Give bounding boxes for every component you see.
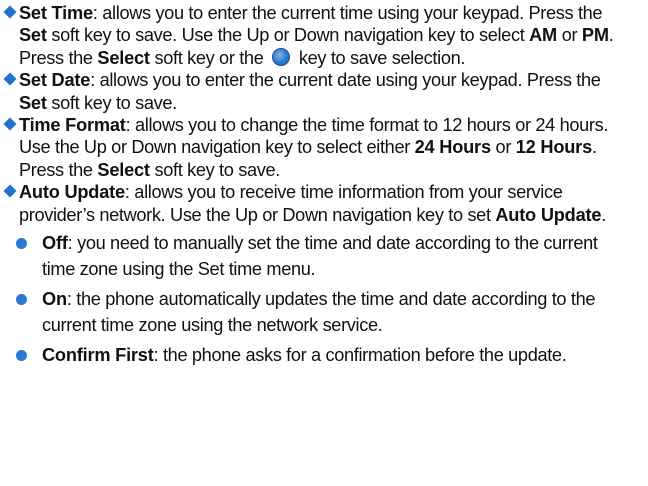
option-24-hours: 24 Hours xyxy=(414,137,491,158)
term-set-date: Set Date xyxy=(19,70,91,91)
item-text: Time Format: allows you to change the ti… xyxy=(19,114,624,181)
text-fragment: : you need to manually set the time and … xyxy=(42,233,598,279)
sub-item-on: On: the phone automatically updates the … xyxy=(2,287,624,338)
key-name-set: Set xyxy=(19,25,47,46)
select-key-icon xyxy=(272,47,291,66)
sub-item-text: Off: you need to manually set the time a… xyxy=(42,231,624,282)
term-time-format: Time Format xyxy=(19,115,126,136)
text-fragment: : the phone automatically updates the ti… xyxy=(42,289,596,335)
key-name-select: Select xyxy=(97,159,150,180)
sub-item-text: On: the phone automatically updates the … xyxy=(42,287,624,338)
item-text: Set Date: allows you to enter the curren… xyxy=(19,69,624,114)
round-bullet-icon xyxy=(16,238,27,250)
term-auto-update: Auto Update xyxy=(19,182,125,203)
text-fragment: or xyxy=(557,25,582,46)
sub-item-text: Confirm First: the phone asks for a conf… xyxy=(42,343,624,369)
text-fragment: : allows you to enter the current date u… xyxy=(90,70,601,91)
item-text: Set Time: allows you to enter the curren… xyxy=(19,2,624,69)
option-confirm-first: Confirm First xyxy=(42,345,154,366)
text-fragment: soft key or the xyxy=(149,47,269,68)
diamond-bullet-icon xyxy=(2,69,19,91)
term-set-time: Set Time xyxy=(19,3,93,23)
list-item-set-date: Set Date: allows you to enter the curren… xyxy=(2,69,624,114)
round-bullet-icon xyxy=(16,294,27,306)
text-fragment: or xyxy=(490,137,516,158)
diamond-bullet-icon xyxy=(2,2,19,24)
manual-page: Set Time: allows you to enter the curren… xyxy=(0,0,648,486)
diamond-bullet-icon xyxy=(2,181,19,203)
text-fragment: soft key to save. xyxy=(46,92,177,113)
sub-item-confirm-first: Confirm First: the phone asks for a conf… xyxy=(2,343,624,369)
item-text: Auto Update: allows you to receive time … xyxy=(19,181,624,226)
setting-auto-update: Auto Update xyxy=(495,204,602,225)
text-fragment: key to save selection. xyxy=(294,47,466,68)
diamond-bullet-icon xyxy=(2,114,19,136)
text-fragment: : allows you to enter the current time u… xyxy=(92,3,603,23)
text-fragment: : the phone asks for a confirmation befo… xyxy=(153,345,567,366)
text-fragment: . xyxy=(601,204,606,225)
list-item-set-time: Set Time: allows you to enter the curren… xyxy=(2,2,624,69)
text-fragment: soft key to save. xyxy=(149,159,280,180)
text-fragment: soft key to save. Use the Up or Down nav… xyxy=(46,25,530,46)
key-name-set: Set xyxy=(19,92,47,113)
option-12-hours: 12 Hours xyxy=(515,137,592,158)
option-am: AM xyxy=(529,25,557,46)
key-name-select: Select xyxy=(97,47,150,68)
option-on: On xyxy=(42,289,67,310)
option-pm: PM xyxy=(581,25,609,46)
sub-item-off: Off: you need to manually set the time a… xyxy=(2,231,624,282)
option-off: Off xyxy=(42,233,68,254)
list-item-auto-update: Auto Update: allows you to receive time … xyxy=(2,181,624,226)
round-bullet-icon xyxy=(16,350,27,362)
list-item-time-format: Time Format: allows you to change the ti… xyxy=(2,114,624,181)
